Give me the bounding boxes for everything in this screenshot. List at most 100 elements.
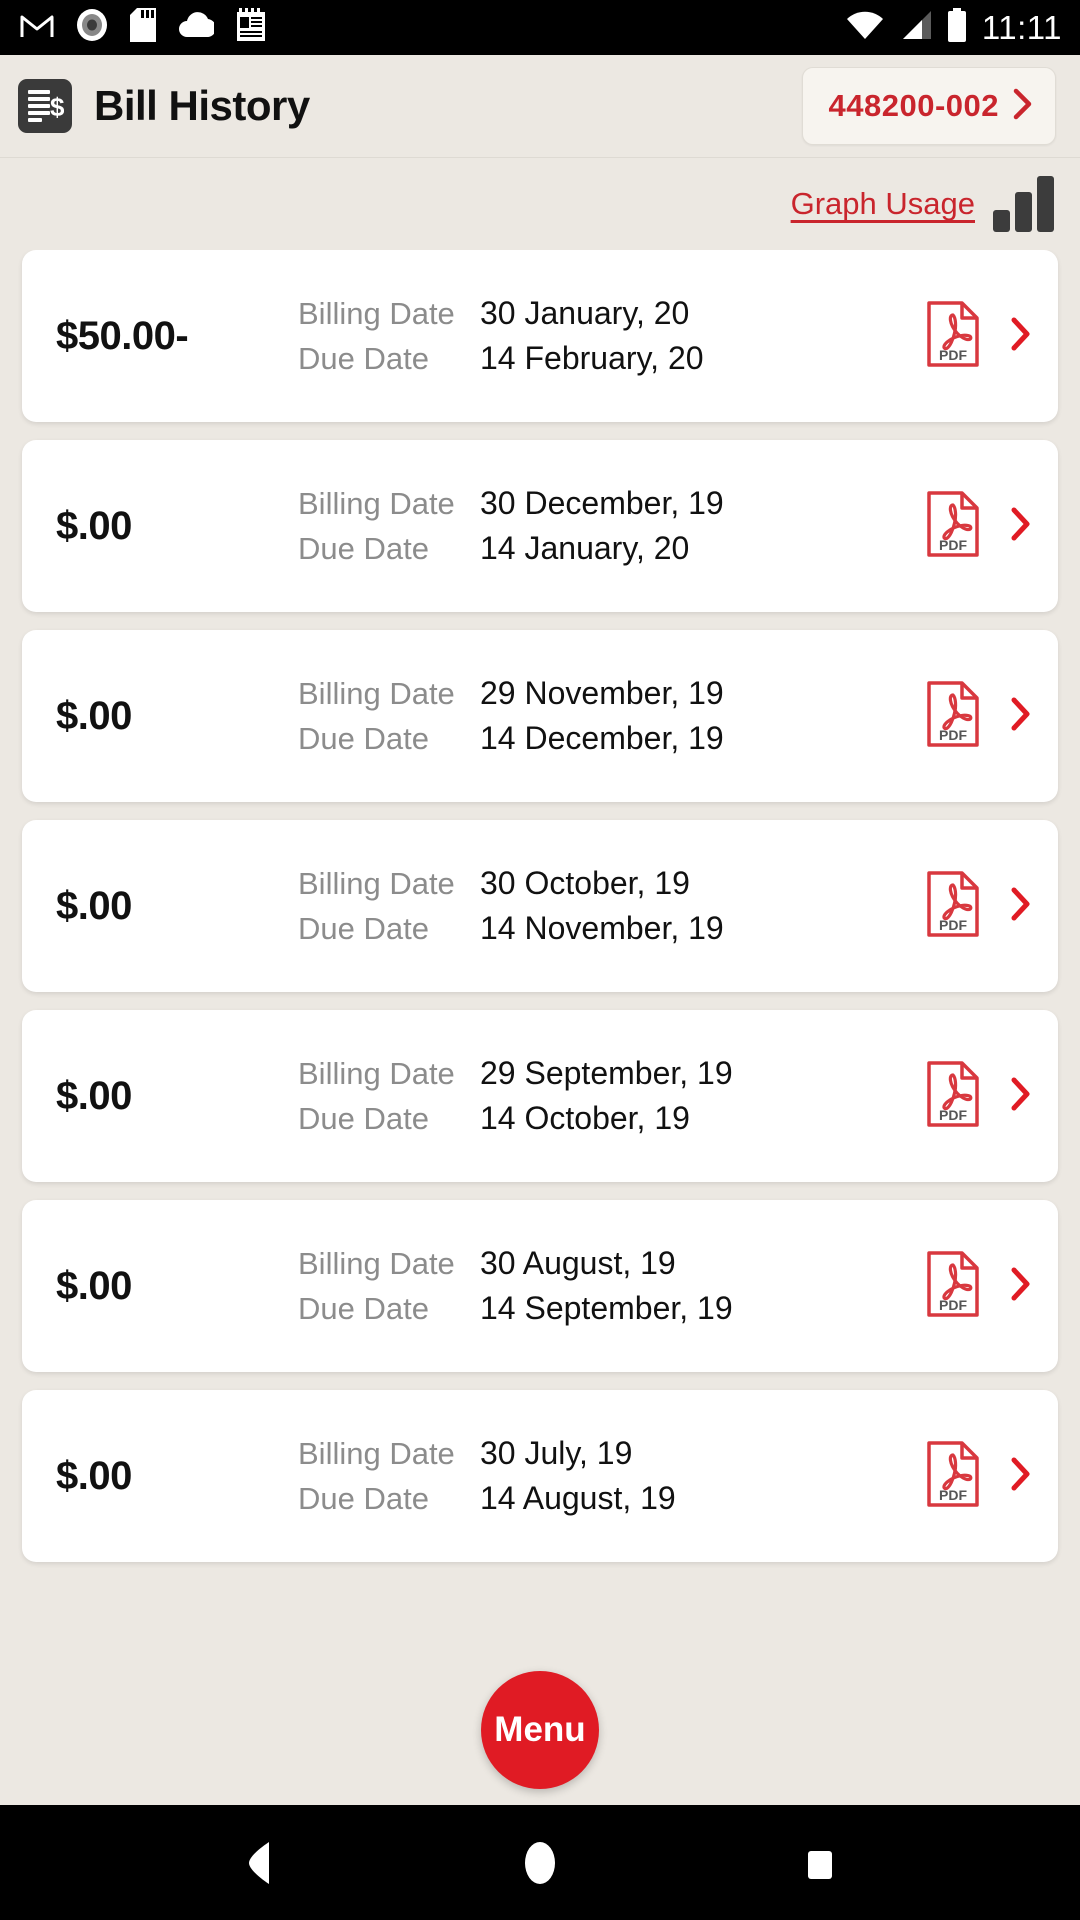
pdf-file-icon[interactable]: PDF	[926, 680, 980, 753]
chevron-right-icon[interactable]	[1010, 886, 1032, 927]
due-date-label: Due Date	[298, 531, 429, 566]
billing-date-label: Billing Date	[298, 486, 455, 521]
battery-icon	[946, 8, 968, 47]
bill-dates: Billing Date 30 October, 19 Due Date 14 …	[298, 865, 864, 947]
bill-card[interactable]: $.00 Billing Date 30 December, 19 Due Da…	[22, 440, 1058, 612]
android-navigation-bar	[0, 1805, 1080, 1920]
bill-amount: $.00	[56, 693, 132, 738]
bill-amount: $.00	[56, 1073, 132, 1118]
pdf-file-icon[interactable]: PDF	[926, 1440, 980, 1513]
svg-text:PDF: PDF	[939, 1107, 967, 1123]
app-screen: 11:11 $ Bill History 448200-002 Graph Us…	[0, 0, 1080, 1920]
due-date-row: Due Date 14 August, 19	[298, 1480, 864, 1517]
page-title: Bill History	[94, 82, 310, 129]
chevron-right-icon[interactable]	[1010, 316, 1032, 357]
bill-history-list: $50.00- Billing Date 30 January, 20 Due …	[0, 250, 1080, 1655]
chevron-right-icon[interactable]	[1010, 1076, 1032, 1117]
home-circle-icon[interactable]	[485, 1808, 595, 1918]
due-date-label: Due Date	[298, 1291, 429, 1326]
billing-date-row: Billing Date 30 December, 19	[298, 485, 864, 522]
due-date-row: Due Date 14 November, 19	[298, 910, 864, 947]
due-date-label: Due Date	[298, 1481, 429, 1516]
billing-date-value: 30 December, 19	[480, 485, 724, 521]
due-date-value: 14 October, 19	[480, 1100, 690, 1136]
gmail-icon	[20, 11, 54, 44]
bill-amount: $.00	[56, 883, 132, 928]
sd-card-icon	[130, 8, 156, 47]
billing-date-value: 29 November, 19	[480, 675, 724, 711]
bill-amount: $50.00-	[56, 313, 189, 358]
bill-amount: $.00	[56, 503, 132, 548]
billing-date-row: Billing Date 30 January, 20	[298, 295, 864, 332]
bill-card-actions: PDF	[864, 300, 1032, 373]
clock: 11:11	[981, 9, 1062, 46]
bill-card-actions: PDF	[864, 1250, 1032, 1323]
billing-date-row: Billing Date 30 July, 19	[298, 1435, 864, 1472]
due-date-row: Due Date 14 December, 19	[298, 720, 864, 757]
billing-date-row: Billing Date 29 November, 19	[298, 675, 864, 712]
svg-text:$: $	[50, 92, 64, 122]
graph-usage-link[interactable]: Graph Usage	[791, 186, 975, 222]
due-date-label: Due Date	[298, 721, 429, 756]
bar-chart-bar-3	[1037, 176, 1054, 232]
chevron-right-icon[interactable]	[1010, 1266, 1032, 1307]
bill-card[interactable]: $.00 Billing Date 30 August, 19 Due Date…	[22, 1200, 1058, 1372]
back-triangle-icon[interactable]	[205, 1808, 315, 1918]
due-date-label: Due Date	[298, 1101, 429, 1136]
chevron-right-icon	[1013, 88, 1033, 125]
svg-text:PDF: PDF	[939, 347, 967, 363]
recents-square-icon[interactable]	[765, 1808, 875, 1918]
pdf-file-icon[interactable]: PDF	[926, 300, 980, 373]
billing-date-value: 30 October, 19	[480, 865, 690, 901]
bar-chart-icon[interactable]	[993, 176, 1054, 232]
chevron-right-icon[interactable]	[1010, 506, 1032, 547]
menu-fab-button[interactable]: Menu	[481, 1671, 599, 1789]
billing-date-value: 30 January, 20	[480, 295, 690, 331]
billing-date-row: Billing Date 29 September, 19	[298, 1055, 864, 1092]
due-date-value: 14 January, 20	[480, 530, 690, 566]
bill-card[interactable]: $.00 Billing Date 29 November, 19 Due Da…	[22, 630, 1058, 802]
billing-date-label: Billing Date	[298, 296, 455, 331]
bill-card[interactable]: $50.00- Billing Date 30 January, 20 Due …	[22, 250, 1058, 422]
cellular-signal-icon	[898, 10, 932, 45]
billing-date-label: Billing Date	[298, 1056, 455, 1091]
due-date-label: Due Date	[298, 911, 429, 946]
due-date-value: 14 February, 20	[480, 340, 704, 376]
due-date-value: 14 September, 19	[480, 1290, 733, 1326]
due-date-row: Due Date 14 January, 20	[298, 530, 864, 567]
bill-card[interactable]: $.00 Billing Date 29 September, 19 Due D…	[22, 1010, 1058, 1182]
chevron-right-icon[interactable]	[1010, 696, 1032, 737]
due-date-label: Due Date	[298, 341, 429, 376]
bar-chart-bar-2	[1015, 192, 1032, 232]
bill-card-actions: PDF	[864, 1440, 1032, 1513]
bill-document-icon: $	[18, 79, 72, 133]
billing-date-label: Billing Date	[298, 866, 455, 901]
billing-date-row: Billing Date 30 October, 19	[298, 865, 864, 902]
pdf-file-icon[interactable]: PDF	[926, 490, 980, 563]
bill-dates: Billing Date 29 September, 19 Due Date 1…	[298, 1055, 864, 1137]
due-date-value: 14 November, 19	[480, 910, 724, 946]
billing-date-value: 30 July, 19	[480, 1435, 633, 1471]
pdf-file-icon[interactable]: PDF	[926, 1250, 980, 1323]
due-date-row: Due Date 14 October, 19	[298, 1100, 864, 1137]
status-bar: 11:11	[0, 0, 1080, 55]
bill-dates: Billing Date 30 July, 19 Due Date 14 Aug…	[298, 1435, 864, 1517]
wifi-icon	[846, 10, 884, 45]
pdf-file-icon[interactable]: PDF	[926, 870, 980, 943]
chevron-right-icon[interactable]	[1010, 1456, 1032, 1497]
bill-card-actions: PDF	[864, 870, 1032, 943]
bill-dates: Billing Date 30 August, 19 Due Date 14 S…	[298, 1245, 864, 1327]
account-selector-button[interactable]: 448200-002	[801, 67, 1056, 145]
billing-date-value: 29 September, 19	[480, 1055, 733, 1091]
svg-text:PDF: PDF	[939, 727, 967, 743]
billing-date-label: Billing Date	[298, 1246, 455, 1281]
bill-card[interactable]: $.00 Billing Date 30 October, 19 Due Dat…	[22, 820, 1058, 992]
graph-usage-row: Graph Usage	[0, 158, 1080, 250]
bill-card-actions: PDF	[864, 1060, 1032, 1133]
app-header: $ Bill History 448200-002	[0, 55, 1080, 158]
due-date-row: Due Date 14 February, 20	[298, 340, 864, 377]
bill-card[interactable]: $.00 Billing Date 30 July, 19 Due Date 1…	[22, 1390, 1058, 1562]
svg-text:PDF: PDF	[939, 1297, 967, 1313]
menu-fab-container: Menu	[0, 1655, 1080, 1805]
pdf-file-icon[interactable]: PDF	[926, 1060, 980, 1133]
